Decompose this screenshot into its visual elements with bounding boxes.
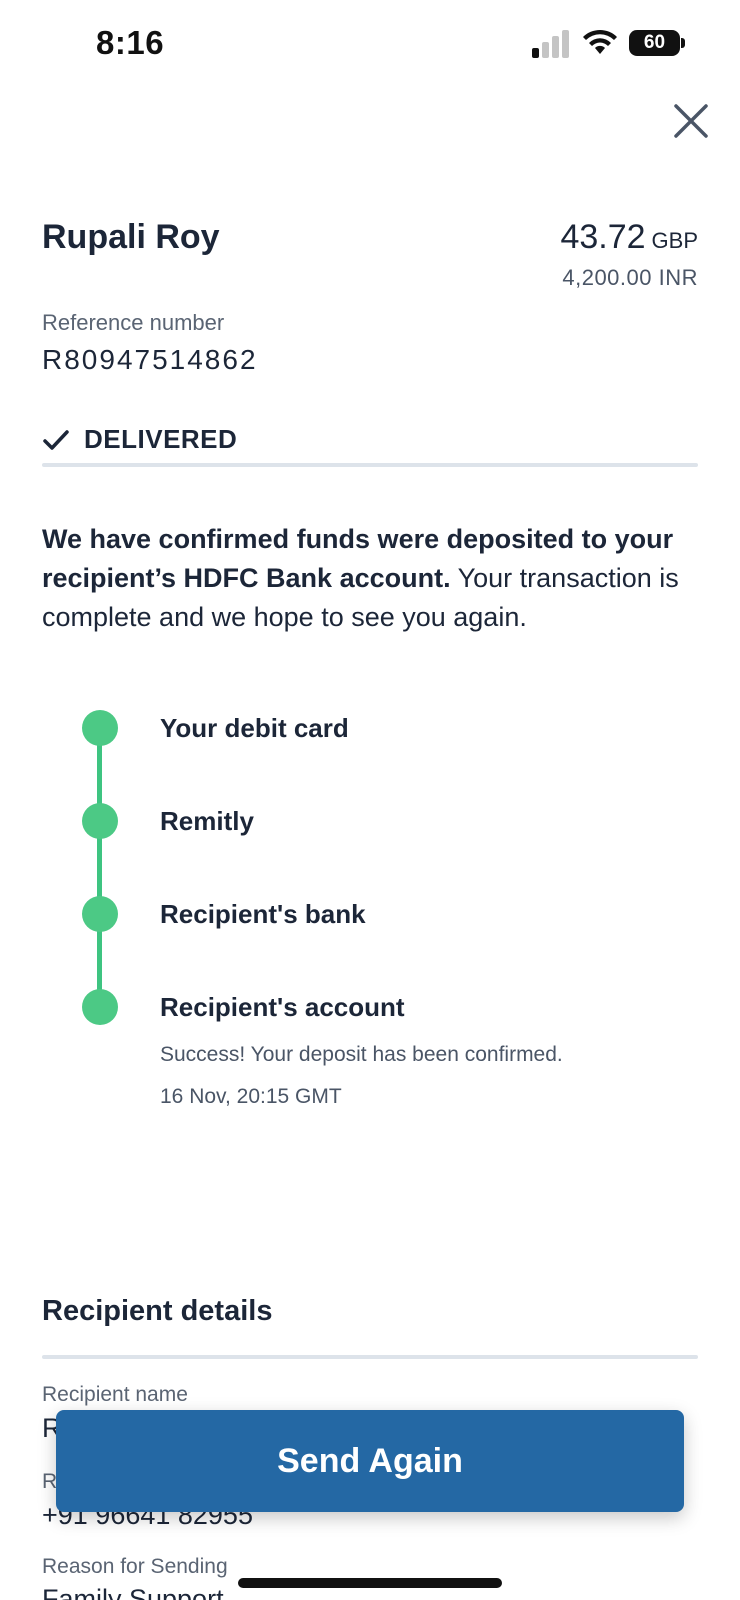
sent-amount: 43.72 GBP bbox=[560, 218, 698, 257]
battery-icon: 60 bbox=[629, 30, 685, 56]
battery-level: 60 bbox=[629, 30, 680, 56]
timeline-dot bbox=[82, 896, 118, 932]
timeline-timestamp: 16 Nov, 20:15 GMT bbox=[160, 1085, 342, 1108]
timeline-success-note: Success! Your deposit has been confirmed… bbox=[160, 1043, 563, 1066]
check-icon bbox=[43, 429, 69, 450]
close-icon bbox=[674, 104, 708, 138]
confirmation-message: We have confirmed funds were deposited t… bbox=[42, 520, 702, 637]
timeline-step-recipient-bank: Recipient's bank bbox=[160, 899, 366, 929]
received-amount: 4,200.00 INR bbox=[562, 265, 698, 290]
timeline-line bbox=[97, 728, 102, 1008]
timeline-step-remitly: Remitly bbox=[160, 806, 254, 836]
transfer-timeline: Your debit card Remitly Recipient's bank… bbox=[82, 710, 702, 1110]
timeline-dot bbox=[82, 710, 118, 746]
divider bbox=[42, 1355, 698, 1359]
timeline-step-recipient-account: Recipient's account bbox=[160, 992, 405, 1022]
close-button[interactable] bbox=[668, 98, 714, 144]
reason-label: Reason for Sending bbox=[42, 1555, 228, 1578]
sent-amount-value: 43.72 bbox=[560, 218, 646, 256]
recipient-name-heading: Rupali Roy bbox=[42, 218, 220, 256]
wifi-icon bbox=[583, 29, 617, 54]
status-time: 8:16 bbox=[96, 24, 165, 61]
home-indicator[interactable] bbox=[238, 1578, 502, 1588]
divider bbox=[42, 463, 698, 467]
timeline-step-debit-card: Your debit card bbox=[160, 713, 349, 743]
reference-number: R80947514862 bbox=[42, 344, 258, 375]
reference-label: Reference number bbox=[42, 310, 225, 335]
timeline-dot bbox=[82, 803, 118, 839]
cellular-signal-icon bbox=[532, 30, 569, 58]
send-again-button[interactable]: Send Again bbox=[56, 1410, 684, 1512]
recipient-name-label: Recipient name bbox=[42, 1383, 188, 1406]
reason-value: Family Support bbox=[42, 1584, 224, 1600]
status-badge: DELIVERED bbox=[42, 424, 237, 455]
status-bar: 8:16 60 bbox=[0, 0, 740, 90]
timeline-dot bbox=[82, 989, 118, 1025]
sent-amount-currency: GBP bbox=[651, 228, 698, 253]
recipient-phone-label: R bbox=[42, 1470, 58, 1493]
status-label: DELIVERED bbox=[84, 424, 238, 454]
recipient-details-title: Recipient details bbox=[42, 1295, 273, 1327]
